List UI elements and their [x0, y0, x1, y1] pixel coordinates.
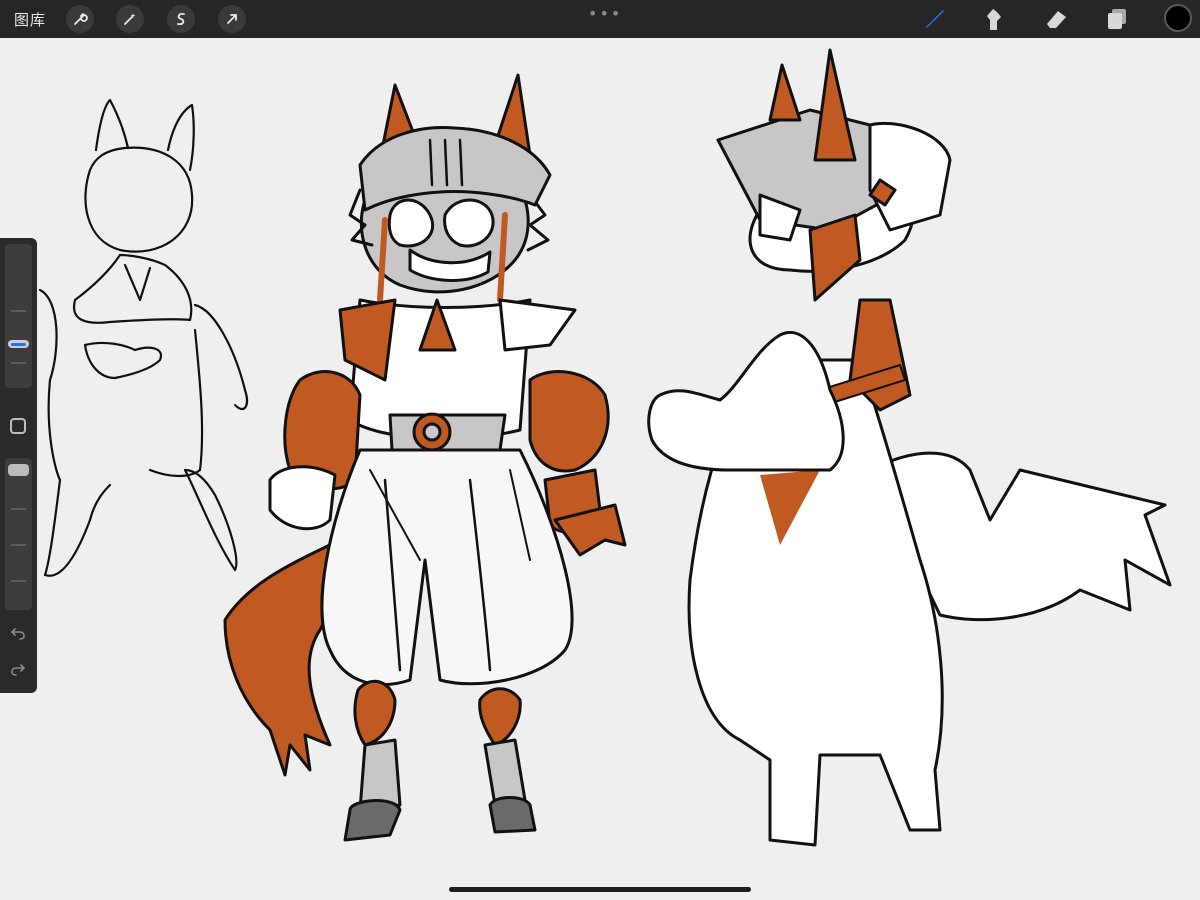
side-back-view [647, 48, 1172, 847]
drawing-canvas[interactable] [0, 38, 1200, 900]
brush-icon[interactable] [921, 6, 947, 32]
top-toolbar: 图库 ••• [0, 0, 1200, 38]
gallery-button[interactable]: 图库 [14, 9, 46, 30]
color-picker-button[interactable] [1164, 4, 1192, 32]
front-sketch [38, 98, 249, 577]
eraser-icon[interactable] [1043, 6, 1069, 32]
adjustments-magic-wand-icon[interactable] [116, 5, 144, 33]
armored-front-view [223, 73, 627, 842]
selection-icon[interactable] [167, 5, 195, 33]
home-indicator [449, 887, 751, 892]
smudge-icon[interactable] [981, 6, 1007, 32]
transform-arrow-icon[interactable] [218, 5, 246, 33]
actions-wrench-icon[interactable] [66, 5, 94, 33]
layers-icon[interactable] [1104, 6, 1130, 32]
ellipsis-icon[interactable]: ••• [588, 4, 622, 23]
